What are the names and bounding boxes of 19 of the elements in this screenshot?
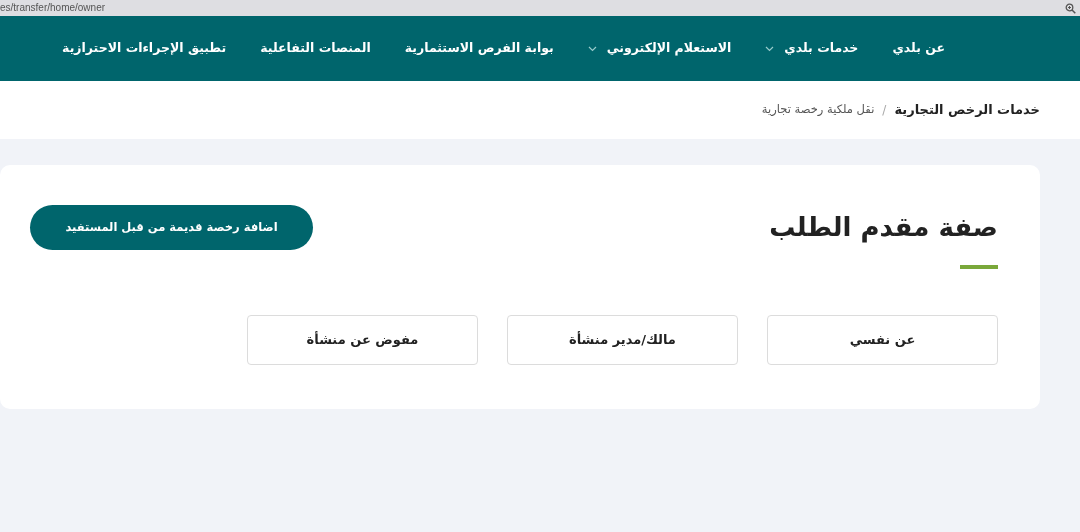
breadcrumb-current: نقل ملكية رخصة تجارية [761,101,875,119]
add-license-button[interactable]: اضافة رخصة قديمة من قبل المستفيد [30,205,313,250]
nav-item[interactable]: خدمات بلدي [765,39,859,58]
nav-item[interactable]: المنصات التفاعلية [260,39,371,58]
page-title: صفة مقدم الطلب [769,211,998,245]
chevron-down-icon [587,45,597,52]
nav-item[interactable]: بوابة الفرص الاستثمارية [404,39,554,58]
breadcrumb-link[interactable]: خدمات الرخص التجارية [894,100,1040,120]
chevron-down-icon [765,45,775,52]
zoom-icon[interactable] [1065,2,1076,14]
option-button[interactable]: مفوض عن منشأة [247,314,478,365]
address-url: es/transfer/home/owner [0,3,106,13]
nav-item[interactable]: عن بلدي [892,39,945,58]
option-button[interactable]: عن نفسي [767,314,998,365]
nav-item[interactable]: الاستعلام الإلكتروني [587,39,732,58]
breadcrumb-separator: / [882,102,887,119]
nav-item[interactable]: تطبيق الإجراءات الاحترازية [62,39,227,58]
title-underline [960,264,998,269]
option-button[interactable]: مالك/مدير منشأة [507,314,738,365]
